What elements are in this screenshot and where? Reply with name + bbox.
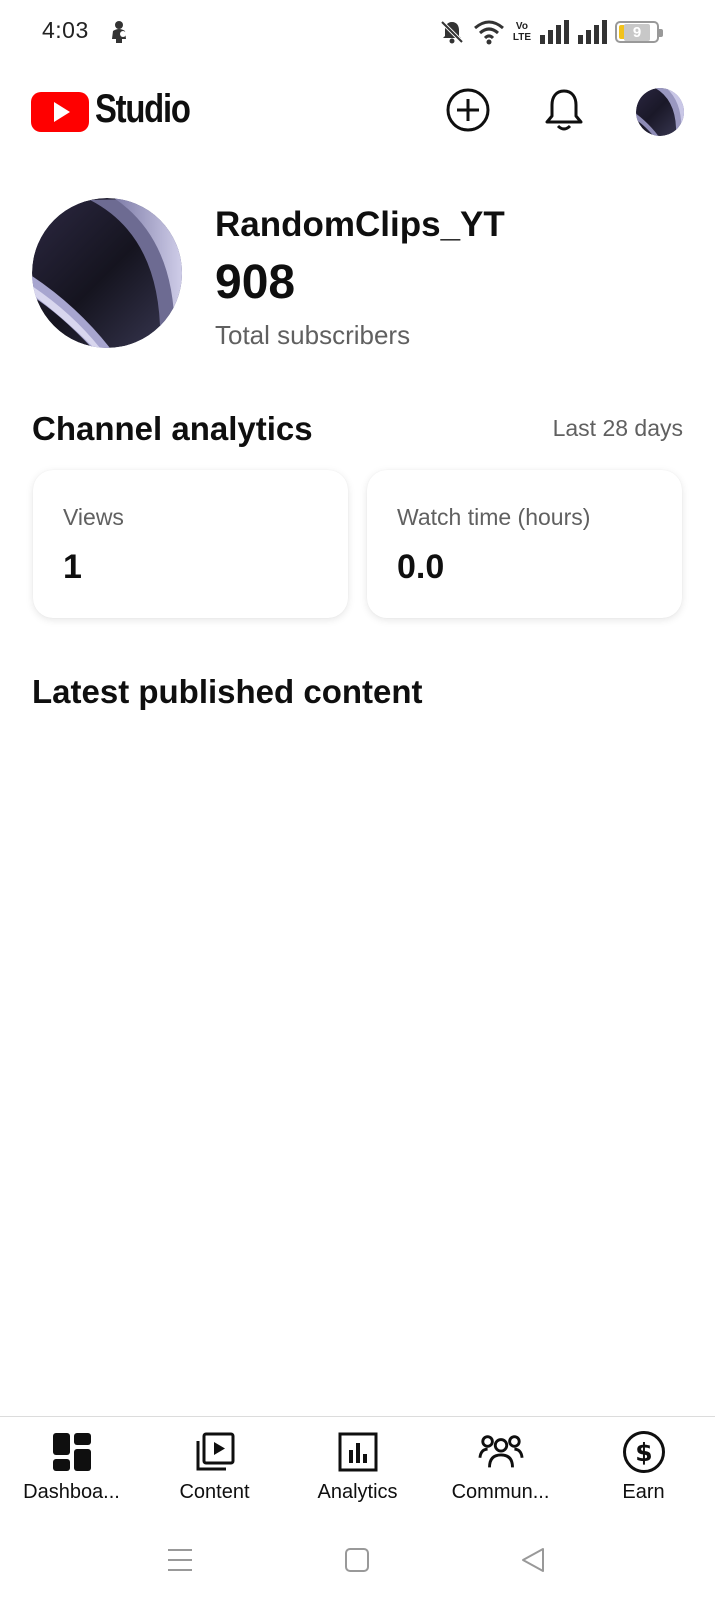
analytics-title: Channel analytics: [32, 410, 313, 447]
youtube-play-icon[interactable]: [31, 92, 89, 132]
volte-icon: Vo LTE: [513, 21, 531, 43]
subscriber-count: 908: [215, 256, 296, 309]
nav-label-community: Commun...: [451, 1481, 550, 1503]
notifications-button[interactable]: [540, 88, 588, 136]
app-title[interactable]: Studio: [95, 87, 191, 132]
subscriber-label: Total subscribers: [215, 320, 411, 350]
battery-level: 9: [623, 23, 651, 41]
channel-name: RandomClips_YT: [215, 205, 505, 244]
latest-content-title: Latest published content: [32, 673, 423, 710]
watch-time-card[interactable]: Watch time (hours) 0.0: [367, 470, 682, 618]
person-icon: [108, 20, 130, 44]
nav-item-community[interactable]: Commun...: [429, 1429, 572, 1519]
channel-avatar[interactable]: [32, 198, 182, 348]
menu-icon[interactable]: [160, 1542, 200, 1578]
watch-time-label: Watch time (hours): [397, 504, 591, 530]
dashboard-icon: [49, 1429, 95, 1475]
home-icon[interactable]: [337, 1542, 377, 1578]
bottom-nav: Dashboa... Content Analytics Commun... $…: [0, 1416, 715, 1520]
battery-icon: 9: [615, 21, 663, 43]
nav-label-content: Content: [179, 1481, 250, 1503]
back-icon[interactable]: [513, 1542, 553, 1578]
nav-item-analytics[interactable]: Analytics: [286, 1429, 429, 1519]
analytics-period: Last 28 days: [552, 415, 683, 441]
account-avatar[interactable]: [636, 88, 684, 136]
nav-item-dashboard[interactable]: Dashboa...: [0, 1429, 143, 1519]
nav-label-analytics: Analytics: [317, 1481, 398, 1503]
signal-icon: [539, 20, 569, 44]
nav-label-dashboard: Dashboa...: [23, 1481, 120, 1503]
wifi-icon: [473, 19, 505, 45]
bell-muted-icon: [439, 19, 465, 45]
status-time: 4:03: [42, 17, 89, 43]
svg-text:$: $: [635, 1438, 652, 1467]
views-label: Views: [63, 504, 124, 530]
nav-label-earn: Earn: [622, 1481, 665, 1503]
views-value: 1: [63, 548, 82, 586]
signal-icon: [577, 20, 607, 44]
create-button[interactable]: [444, 88, 492, 136]
earn-icon: $: [621, 1429, 667, 1475]
lte-label: LTE: [512, 32, 531, 43]
app-header: Studio: [0, 82, 715, 142]
community-icon: [477, 1429, 524, 1475]
analytics-icon: [335, 1429, 381, 1475]
nav-item-content[interactable]: Content: [143, 1429, 286, 1519]
watch-time-value: 0.0: [397, 548, 445, 586]
views-card[interactable]: Views 1: [33, 470, 348, 618]
volte-label: Vo: [515, 21, 528, 32]
status-icons: Vo LTE 9: [439, 16, 663, 48]
status-bar: 4:03 Vo LTE 9: [0, 0, 715, 64]
system-nav: [0, 1520, 715, 1600]
add-circle-icon: [445, 87, 491, 138]
nav-item-earn[interactable]: $ Earn: [572, 1429, 715, 1519]
bell-icon: [543, 87, 585, 138]
content-icon: [192, 1429, 238, 1475]
